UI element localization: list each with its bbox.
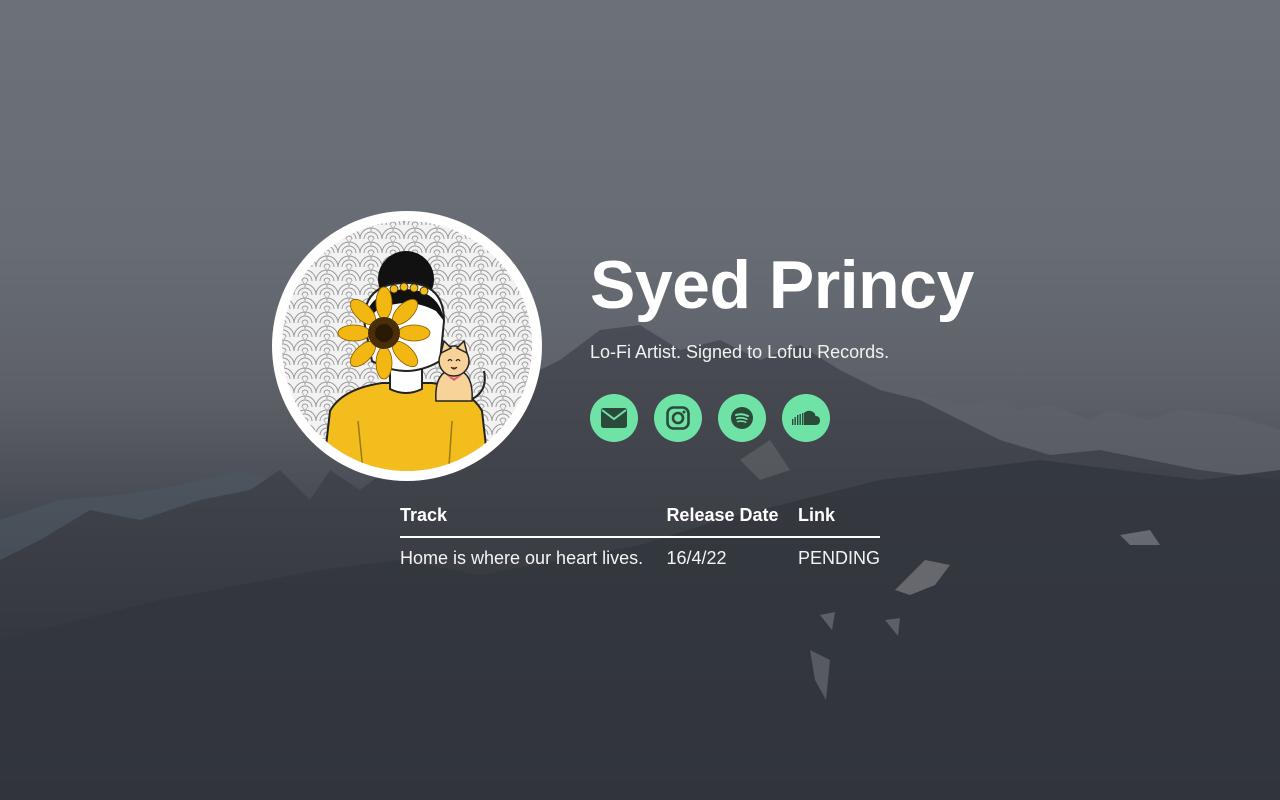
header-release-date: Release Date bbox=[666, 500, 798, 538]
envelope-icon bbox=[601, 408, 627, 428]
instagram-button[interactable] bbox=[654, 394, 702, 442]
artist-name: Syed Princy bbox=[590, 247, 974, 323]
header-link: Link bbox=[797, 500, 880, 538]
track-title: Home is where our heart lives. bbox=[400, 548, 644, 568]
track-release-date: 16/4/22 bbox=[666, 548, 727, 568]
soundcloud-button[interactable] bbox=[782, 394, 830, 442]
instagram-icon bbox=[666, 406, 690, 430]
page: Syed Princy Lo-Fi Artist. Signed to Lofu… bbox=[0, 0, 1280, 800]
table-row: Home is where our heart lives. 16/4/22 P… bbox=[400, 537, 880, 579]
header-track: Track bbox=[400, 500, 667, 538]
tracks-table: Track Release Date Link Home is where ou… bbox=[400, 500, 880, 579]
table-header-row: Track Release Date Link bbox=[400, 500, 880, 538]
spotify-button[interactable] bbox=[718, 394, 766, 442]
social-links bbox=[590, 394, 830, 442]
artist-avatar bbox=[272, 211, 542, 481]
spotify-icon bbox=[731, 407, 753, 429]
track-link: PENDING bbox=[797, 548, 880, 568]
email-button[interactable] bbox=[590, 394, 638, 442]
artist-tagline: Lo-Fi Artist. Signed to Lofuu Records. bbox=[590, 342, 890, 362]
soundcloud-icon bbox=[792, 410, 820, 425]
